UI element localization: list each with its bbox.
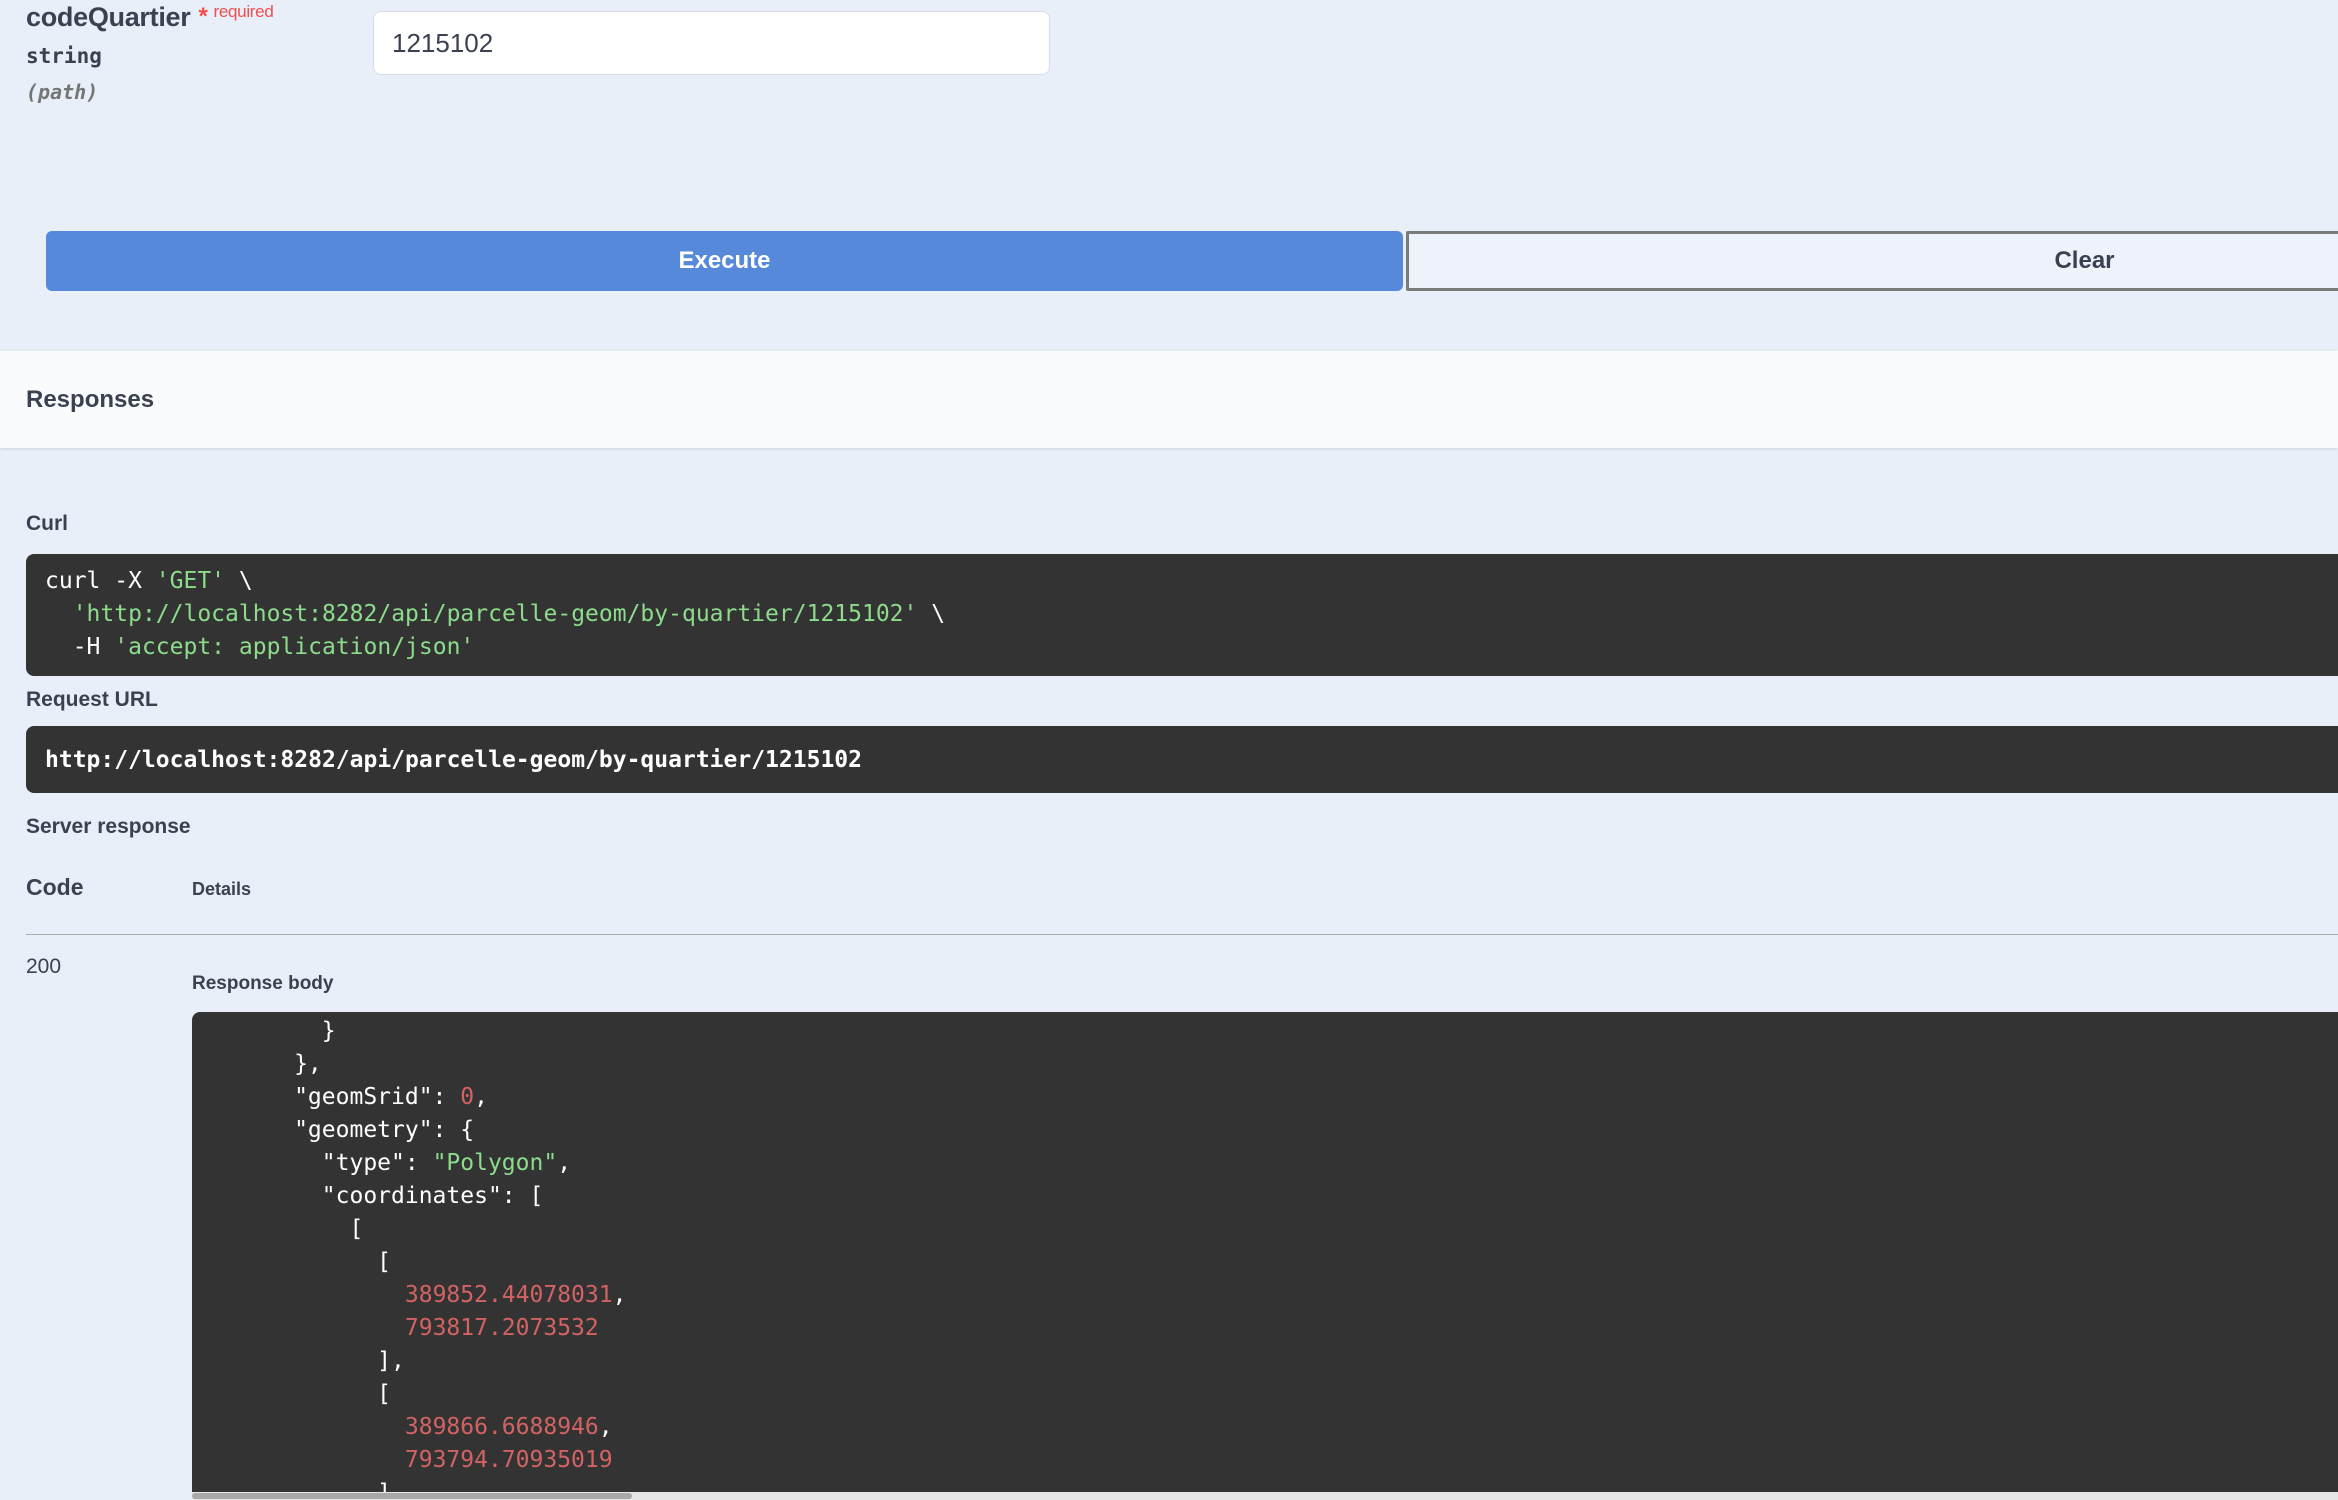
response-body-label: Response body — [192, 973, 334, 994]
request-url-value: http://localhost:8282/api/parcelle-geom/… — [45, 746, 862, 773]
required-asterisk-icon: * — [198, 3, 208, 30]
parameter-value-input[interactable] — [373, 11, 1050, 75]
curl-command-text: curl -X 'GET' \ 'http://localhost:8282/a… — [45, 568, 946, 660]
response-body-json: } } }, "geomSrid": 0, "geometry": { "typ… — [211, 1018, 627, 1492]
parameter-name-label: codeQuartier * required — [26, 2, 274, 33]
curl-command-block: curl -X 'GET' \ 'http://localhost:8282/a… — [26, 554, 2338, 676]
execute-button-label: Execute — [678, 247, 771, 274]
parameter-type-label: string — [26, 44, 102, 68]
curl-label: Curl — [26, 512, 68, 535]
request-url-block: http://localhost:8282/api/parcelle-geom/… — [26, 726, 2338, 793]
horizontal-scrollbar-thumb[interactable] — [192, 1493, 632, 1499]
status-code-200: 200 — [26, 955, 62, 978]
response-table-divider — [26, 934, 2338, 935]
parameter-location-label: (path) — [26, 80, 99, 104]
server-response-label: Server response — [26, 815, 191, 838]
code-column-header: Code — [26, 874, 84, 900]
horizontal-scrollbar-track[interactable] — [192, 1492, 2338, 1500]
response-body-block[interactable]: } } }, "geomSrid": 0, "geometry": { "typ… — [192, 1012, 2338, 1492]
required-label: required — [213, 2, 274, 21]
execute-button[interactable]: Execute — [46, 231, 1403, 291]
clear-button[interactable]: Clear — [1406, 231, 2338, 291]
parameter-name-text: codeQuartier — [26, 2, 191, 32]
request-url-label: Request URL — [26, 688, 158, 711]
responses-section-header — [0, 351, 2338, 448]
responses-section-title: Responses — [26, 386, 155, 413]
details-column-header: Details — [192, 879, 252, 899]
clear-button-label: Clear — [2054, 247, 2115, 274]
